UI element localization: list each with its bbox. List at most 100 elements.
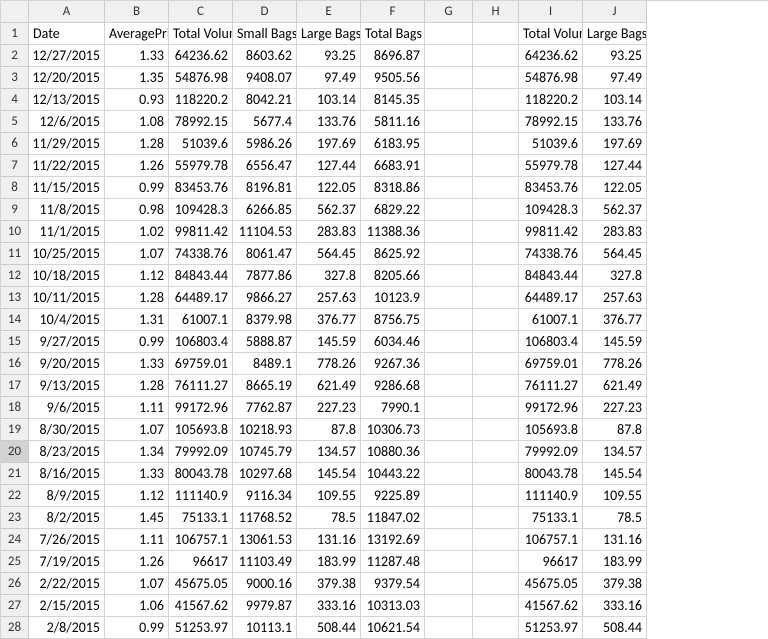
row-header-4[interactable]: 4 <box>1 89 29 111</box>
cell-I9[interactable]: 109428.3 <box>519 199 583 221</box>
cell-F20[interactable]: 10880.36 <box>361 441 425 463</box>
cell-A26[interactable]: 2/22/2015 <box>29 573 105 595</box>
cell-J14[interactable]: 376.77 <box>583 309 647 331</box>
cell-A27[interactable]: 2/15/2015 <box>29 595 105 617</box>
cell-F16[interactable]: 9267.36 <box>361 353 425 375</box>
cell-D28[interactable]: 10113.1 <box>233 617 297 639</box>
cell-B21[interactable]: 1.33 <box>105 463 169 485</box>
cell-E19[interactable]: 87.8 <box>297 419 361 441</box>
cell-D15[interactable]: 5888.87 <box>233 331 297 353</box>
cell-F10[interactable]: 11388.36 <box>361 221 425 243</box>
cell-C19[interactable]: 105693.8 <box>169 419 233 441</box>
cell-C7[interactable]: 55979.78 <box>169 155 233 177</box>
cell-C5[interactable]: 78992.15 <box>169 111 233 133</box>
cell-E6[interactable]: 197.69 <box>297 133 361 155</box>
cell-E5[interactable]: 133.76 <box>297 111 361 133</box>
cell-E15[interactable]: 145.59 <box>297 331 361 353</box>
cell-F12[interactable]: 8205.66 <box>361 265 425 287</box>
cell-G6[interactable] <box>425 133 473 155</box>
cell-D20[interactable]: 10745.79 <box>233 441 297 463</box>
cell-B17[interactable]: 1.28 <box>105 375 169 397</box>
cell-H9[interactable] <box>473 199 519 221</box>
cell-I24[interactable]: 106757.1 <box>519 529 583 551</box>
cell-E27[interactable]: 333.16 <box>297 595 361 617</box>
cell-A28[interactable]: 2/8/2015 <box>29 617 105 639</box>
cell-E10[interactable]: 283.83 <box>297 221 361 243</box>
cell-B14[interactable]: 1.31 <box>105 309 169 331</box>
row-header-5[interactable]: 5 <box>1 111 29 133</box>
cell-C18[interactable]: 99172.96 <box>169 397 233 419</box>
cell-A7[interactable]: 11/22/2015 <box>29 155 105 177</box>
cell-C21[interactable]: 80043.78 <box>169 463 233 485</box>
cell-H8[interactable] <box>473 177 519 199</box>
col-header-J[interactable]: J <box>583 1 647 23</box>
cell-J4[interactable]: 103.14 <box>583 89 647 111</box>
cell-E17[interactable]: 621.49 <box>297 375 361 397</box>
cell-A21[interactable]: 8/16/2015 <box>29 463 105 485</box>
cell-B26[interactable]: 1.07 <box>105 573 169 595</box>
cell-I25[interactable]: 96617 <box>519 551 583 573</box>
row-header-22[interactable]: 22 <box>1 485 29 507</box>
cell-F24[interactable]: 13192.69 <box>361 529 425 551</box>
cell-A18[interactable]: 9/6/2015 <box>29 397 105 419</box>
cell-I15[interactable]: 106803.4 <box>519 331 583 353</box>
cell-B19[interactable]: 1.07 <box>105 419 169 441</box>
cell-G19[interactable] <box>425 419 473 441</box>
cell-H20[interactable] <box>473 441 519 463</box>
cell-D1[interactable]: Small Bags <box>233 23 297 45</box>
cell-B3[interactable]: 1.35 <box>105 67 169 89</box>
cell-B18[interactable]: 1.11 <box>105 397 169 419</box>
cell-F9[interactable]: 6829.22 <box>361 199 425 221</box>
cell-A4[interactable]: 12/13/2015 <box>29 89 105 111</box>
cell-G21[interactable] <box>425 463 473 485</box>
cell-G3[interactable] <box>425 67 473 89</box>
cell-F19[interactable]: 10306.73 <box>361 419 425 441</box>
row-header-3[interactable]: 3 <box>1 67 29 89</box>
cell-I26[interactable]: 45675.05 <box>519 573 583 595</box>
cell-H21[interactable] <box>473 463 519 485</box>
cell-F18[interactable]: 7990.1 <box>361 397 425 419</box>
col-header-A[interactable]: A <box>29 1 105 23</box>
cell-I1[interactable]: Total Volume <box>519 23 583 45</box>
cell-F4[interactable]: 8145.35 <box>361 89 425 111</box>
cell-H3[interactable] <box>473 67 519 89</box>
cell-F21[interactable]: 10443.22 <box>361 463 425 485</box>
cell-C25[interactable]: 96617 <box>169 551 233 573</box>
cell-I13[interactable]: 64489.17 <box>519 287 583 309</box>
col-header-H[interactable]: H <box>473 1 519 23</box>
cell-H6[interactable] <box>473 133 519 155</box>
row-header-1[interactable]: 1 <box>1 23 29 45</box>
cell-D5[interactable]: 5677.4 <box>233 111 297 133</box>
cell-C12[interactable]: 84843.44 <box>169 265 233 287</box>
cell-G12[interactable] <box>425 265 473 287</box>
cell-I22[interactable]: 111140.9 <box>519 485 583 507</box>
cell-F11[interactable]: 8625.92 <box>361 243 425 265</box>
cell-J18[interactable]: 227.23 <box>583 397 647 419</box>
cell-A9[interactable]: 11/8/2015 <box>29 199 105 221</box>
row-header-20[interactable]: 20 <box>1 441 29 463</box>
row-header-7[interactable]: 7 <box>1 155 29 177</box>
cell-I16[interactable]: 69759.01 <box>519 353 583 375</box>
cell-F15[interactable]: 6034.46 <box>361 331 425 353</box>
cell-B20[interactable]: 1.34 <box>105 441 169 463</box>
cell-H23[interactable] <box>473 507 519 529</box>
col-header-E[interactable]: E <box>297 1 361 23</box>
cell-C24[interactable]: 106757.1 <box>169 529 233 551</box>
row-header-19[interactable]: 19 <box>1 419 29 441</box>
cell-J11[interactable]: 564.45 <box>583 243 647 265</box>
cell-C26[interactable]: 45675.05 <box>169 573 233 595</box>
cell-B1[interactable]: AveragePrice <box>105 23 169 45</box>
cell-I27[interactable]: 41567.62 <box>519 595 583 617</box>
cell-H10[interactable] <box>473 221 519 243</box>
cell-C23[interactable]: 75133.1 <box>169 507 233 529</box>
cell-G22[interactable] <box>425 485 473 507</box>
cell-I28[interactable]: 51253.97 <box>519 617 583 639</box>
cell-B23[interactable]: 1.45 <box>105 507 169 529</box>
cell-I8[interactable]: 83453.76 <box>519 177 583 199</box>
cell-D3[interactable]: 9408.07 <box>233 67 297 89</box>
cell-B7[interactable]: 1.26 <box>105 155 169 177</box>
cell-H18[interactable] <box>473 397 519 419</box>
cell-F14[interactable]: 8756.75 <box>361 309 425 331</box>
cell-B2[interactable]: 1.33 <box>105 45 169 67</box>
cell-A22[interactable]: 8/9/2015 <box>29 485 105 507</box>
